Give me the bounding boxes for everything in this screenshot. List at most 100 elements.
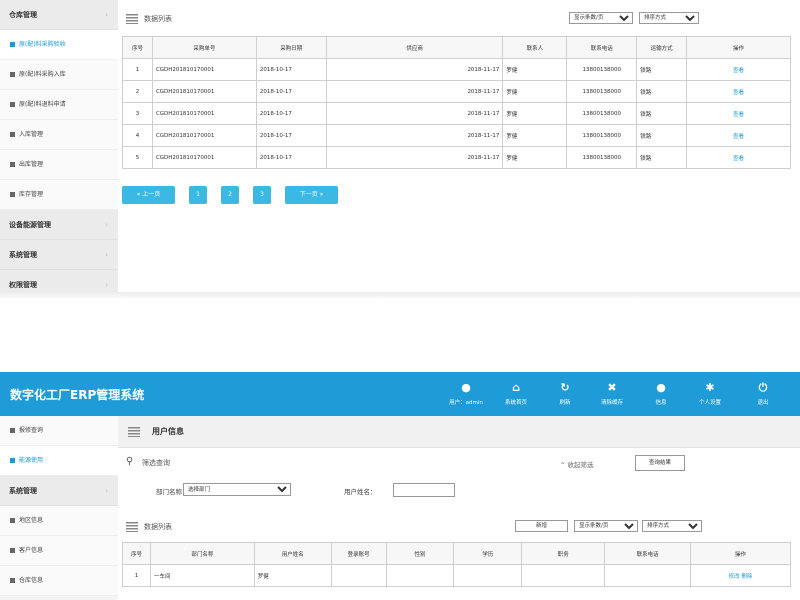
toolbar-label: 用户：admin [449,400,483,406]
toolbar-label: 信息 [655,400,667,406]
table-cell: 查看 [686,102,791,125]
table-header-cell: 操作 [690,542,791,565]
chevron-right-icon: › [105,11,108,19]
table-cell: CGDH201810170001 [151,58,257,81]
toolbar-button[interactable]: ✖ 清除缓存 [592,381,632,406]
bullet-icon [10,458,15,463]
table-header-cell: 序号 [122,36,153,59]
toolbar-label: 刷新 [559,400,571,406]
table-cell [604,564,692,587]
table-cell: 2018-11-17 [325,146,504,169]
page-size-select[interactable]: 显示条数/页 [574,520,638,532]
sidebar-item[interactable]: 能源使用 [0,446,118,476]
page-1-button[interactable]: 1 [189,186,207,204]
list-header: 数据列表 [126,8,172,30]
search-icon: ⚲ [126,456,134,467]
dept-select[interactable]: 选择部门 [183,483,291,496]
sidebar-item[interactable]: 原(配)料采购入库 [0,60,118,90]
sidebar-item[interactable]: 原(配)料退料申请 [0,90,118,120]
view-link[interactable]: 查看 [733,134,744,140]
sidebar-item-label: 仓库信息 [19,577,44,584]
table-cell: 查看 [686,80,791,103]
view-link[interactable]: 查看 [733,112,744,118]
table-header-cell: 供应商 [325,36,504,59]
sidebar-item[interactable]: 地区信息 [0,506,118,536]
upper-screenshot: 仓库管理 › 原(配)料采购验收 原(配)料采购入库 原(配)料退料申请入库管理出库管理… [0,0,800,300]
list-icon [126,522,138,532]
next-page-button[interactable]: 下一页 » [285,186,338,204]
bullet-icon [10,162,15,167]
table-row: 5 CGDH201810170001 2018-10-17 2018-11-17 罗健 1… [122,146,791,169]
toolbar-button[interactable]: ● 信息 [641,381,681,406]
query-button[interactable]: 查询结果 [635,455,685,471]
table-cell: 修改 删除 [690,564,791,587]
table-cell: 2018-10-17 [255,80,327,103]
view-link[interactable]: 查看 [733,156,744,162]
username-label: 用户姓名： [344,488,377,496]
page-2-button[interactable]: 2 [221,186,239,204]
toolbar-button[interactable]: ● 用户：admin [446,381,486,406]
sidebar-item[interactable]: 客户信息 [0,536,118,566]
table-cell: 一车间 [149,564,255,587]
sidebar-item-label: 能源使用 [19,457,44,464]
table-cell: 2018-11-17 [325,80,504,103]
table-cell: 罗健 [502,124,568,147]
table-cell: 2018-11-17 [325,124,504,147]
table-header-cell: 操作 [686,36,791,59]
sidebar-item-label: 报修查询 [19,427,44,434]
bullet-icon [10,578,15,583]
bullet-icon [10,132,15,137]
table-cell: 铁路 [636,58,688,81]
username-input[interactable] [393,483,455,497]
prev-page-button[interactable]: « 上一页 [122,186,175,204]
sidebar-item[interactable]: 入库管理 [0,120,118,150]
user-icon: ● [461,381,471,394]
table-cell [521,564,606,587]
page-title: 用户信息 [152,427,184,436]
collapse-filter-toggle[interactable]: ⌃ 收起筛选 [560,459,594,469]
sidebar-item[interactable]: 原(配)料采购验收 [0,30,118,60]
table-header-cell: 运输方式 [636,36,688,59]
toolbar-button[interactable]: ✱ 个人设置 [690,381,730,406]
sort-select[interactable]: 排序方式 [639,12,699,24]
chevron-right-icon: › [105,221,108,229]
list-icon [126,14,138,24]
table-cell [453,564,523,587]
list-title: 数据列表 [144,15,172,23]
toolbar-button[interactable]: ↻ 刷新 [545,381,585,406]
table-cell: 3 [122,102,153,125]
sidebar-group[interactable]: 系统管理 › [0,476,118,506]
table-cell: 4 [122,124,153,147]
toolbar-button[interactable]: ⏻ 退出 [743,381,783,406]
gear-icon: ✱ [705,381,715,394]
table-cell: 罗健 [253,564,332,587]
sidebar-group-label: 设备能源管理 [9,221,51,229]
table-cell: 罗健 [502,80,568,103]
sidebar-item-label: 入库管理 [19,131,44,138]
table-cell: 罗健 [502,102,568,125]
sort-select[interactable]: 排序方式 [642,520,702,532]
table-header-cell: 学历 [453,542,523,565]
sidebar-group[interactable]: 系统管理 › [0,240,118,270]
view-link[interactable]: 查看 [733,68,744,74]
list-icon [128,427,140,437]
sidebar-group-label: 系统管理 [9,251,37,259]
table-header-cell: 采购日期 [255,36,327,59]
add-button[interactable]: 新增 [515,520,568,532]
page-3-button[interactable]: 3 [253,186,271,204]
edit-link[interactable]: 修改 [729,574,740,580]
sidebar-item[interactable]: 仓库信息 [0,566,118,596]
sidebar-group[interactable]: 仓库管理 › [0,0,118,30]
sidebar-item[interactable]: 出库管理 [0,150,118,180]
page-size-select[interactable]: 显示条数/页 [569,12,633,24]
table-header-cell: 序号 [122,542,151,565]
sidebar-item[interactable]: 报修查询 [0,416,118,446]
view-link[interactable]: 查看 [733,90,744,96]
sidebar-item[interactable]: 库存管理 [0,180,118,210]
table-cell: 2018-11-17 [325,102,504,125]
sidebar-group[interactable]: 设备能源管理 › [0,210,118,240]
toolbar-button[interactable]: ⌂ 系统首页 [496,381,536,406]
chevron-right-icon: › [105,251,108,259]
delete-link[interactable]: 删除 [741,574,752,580]
table-cell: 罗健 [502,146,568,169]
